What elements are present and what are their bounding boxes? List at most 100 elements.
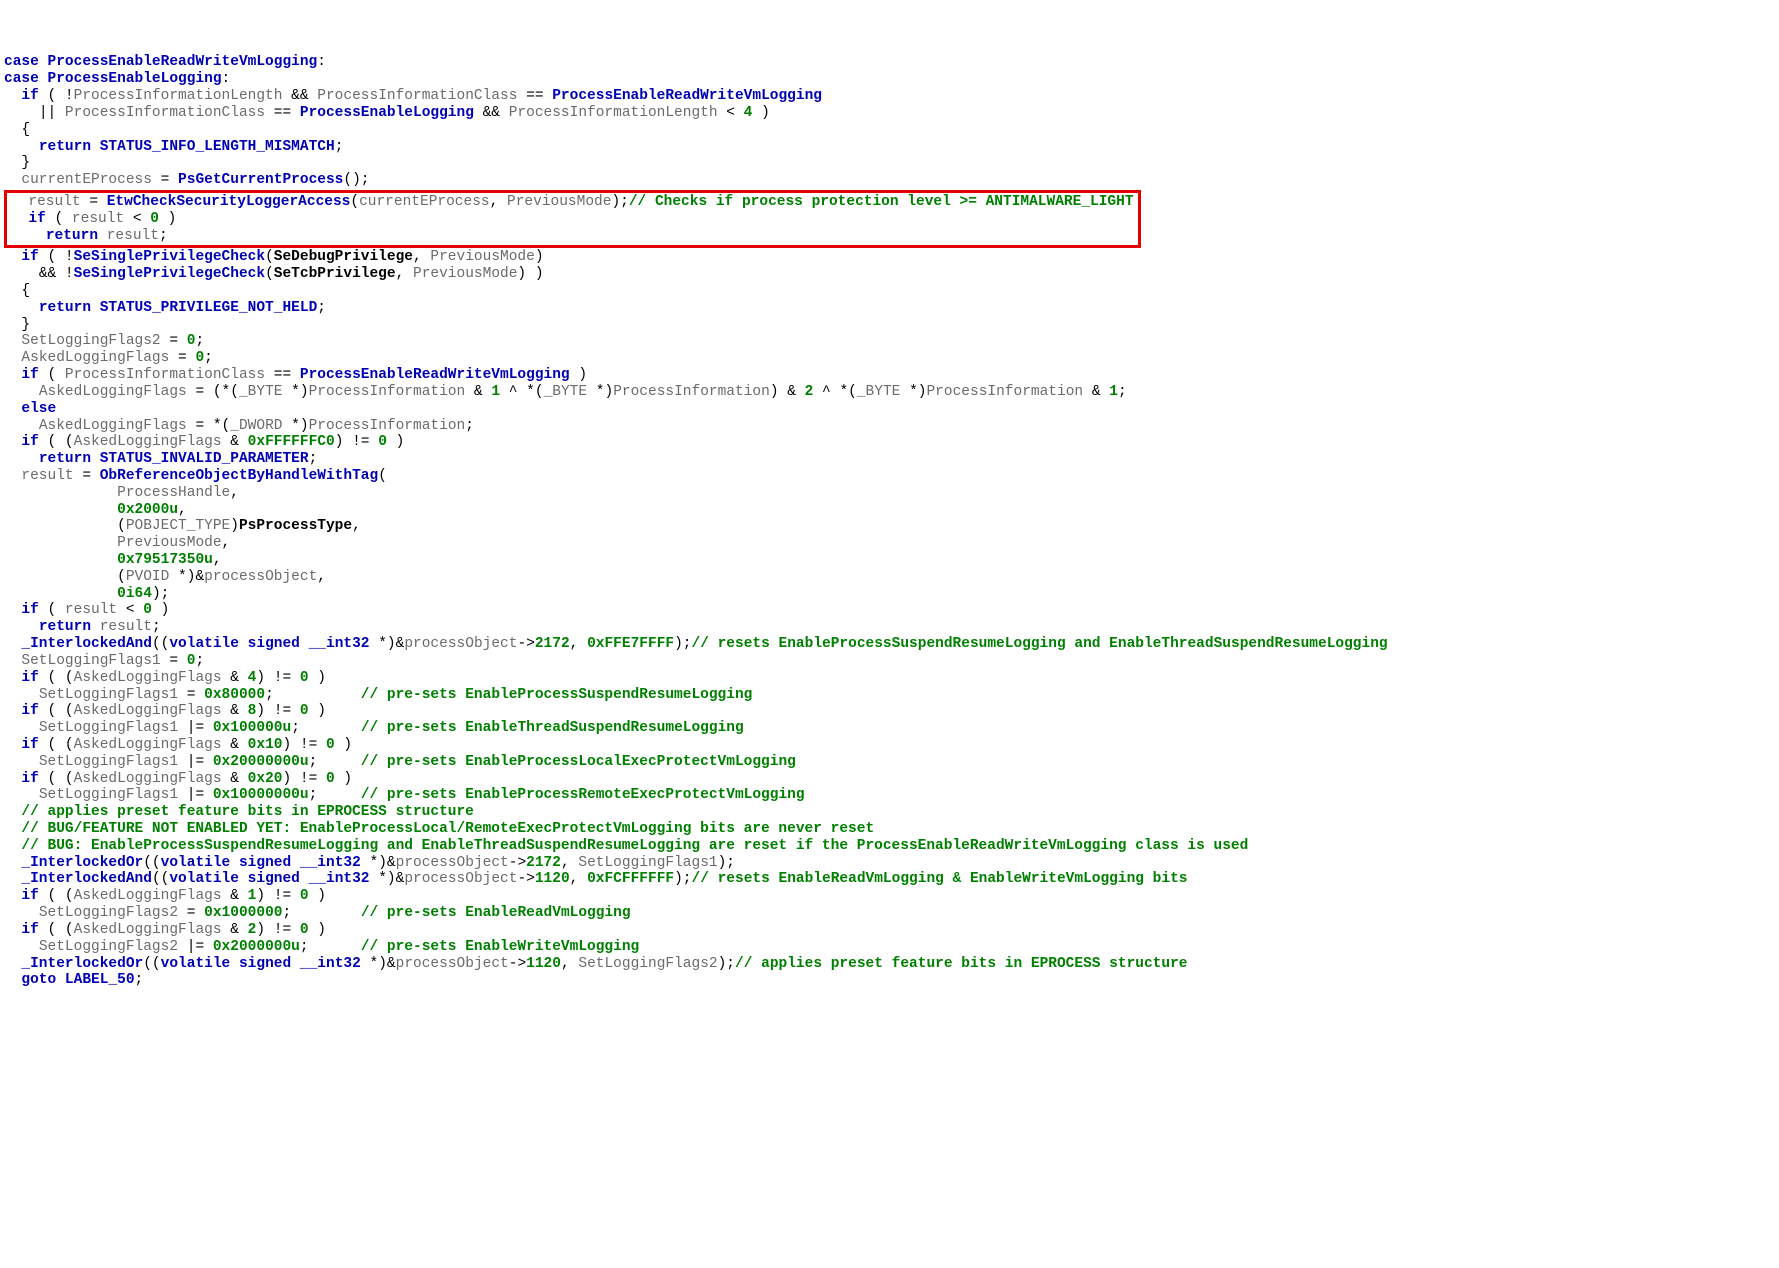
kw-return: return — [39, 300, 91, 316]
fn-call: _InterlockedOr — [21, 956, 143, 972]
number: 0xFFE7FFFF — [587, 636, 674, 652]
comment: // pre-sets EnableProcessLocalExecProtec… — [361, 754, 796, 770]
ident: SetLoggingFlags2 — [21, 333, 160, 349]
number: 0 — [326, 771, 335, 787]
kw-goto: goto — [21, 972, 56, 988]
ident: PreviousMode — [430, 249, 534, 265]
ident: SetLoggingFlags2 — [578, 956, 717, 972]
enum-const: ProcessEnableReadWriteVmLogging — [300, 367, 570, 383]
ident: SetLoggingFlags1 — [578, 855, 717, 871]
kw-if: if — [21, 88, 38, 104]
kw-return: return — [39, 139, 91, 155]
fn-call: ObReferenceObjectByHandleWithTag — [100, 468, 378, 484]
comment: // resets EnableReadVmLogging & EnableWr… — [692, 871, 1188, 887]
kw-if: if — [21, 888, 38, 904]
kw-return: return — [39, 619, 91, 635]
number: 0 — [143, 602, 152, 618]
comment: // applies preset feature bits in EPROCE… — [735, 956, 1187, 972]
ident: processObject — [204, 569, 317, 585]
kw-case: case — [4, 71, 39, 87]
kw-if: if — [21, 249, 38, 265]
comment: // pre-sets EnableWriteVmLogging — [361, 939, 639, 955]
fn-call: SeSinglePrivilegeCheck — [74, 266, 265, 282]
ident: SeTcbPrivilege — [274, 266, 396, 282]
kw: volatile — [169, 636, 239, 652]
kw: __int32 — [309, 636, 370, 652]
ident: ProcessInformationClass — [65, 105, 265, 121]
kw-return: return — [46, 228, 98, 244]
ident: result — [100, 619, 152, 635]
number: 0 — [195, 350, 204, 366]
ident: AskedLoggingFlags — [74, 771, 222, 787]
ident: currentEProcess — [21, 172, 152, 188]
comment: // BUG/FEATURE NOT ENABLED YET: EnablePr… — [21, 821, 874, 837]
number: 0 — [326, 737, 335, 753]
ident: SetLoggingFlags2 — [39, 905, 178, 921]
number: 1120 — [535, 871, 570, 887]
type: PVOID — [126, 569, 170, 585]
ident: SetLoggingFlags1 — [39, 687, 178, 703]
ident: processObject — [396, 956, 509, 972]
kw-if: if — [21, 703, 38, 719]
highlight-box: result = EtwCheckSecurityLoggerAccess(cu… — [4, 190, 1141, 248]
kw: signed — [239, 956, 291, 972]
type: POBJECT_TYPE — [126, 518, 230, 534]
comment: // pre-sets EnableThreadSuspendResumeLog… — [361, 720, 744, 736]
ident: ProcessHandle — [117, 485, 230, 501]
ident: ProcessInformationLength — [74, 88, 283, 104]
number: 0xFCFFFFFF — [587, 871, 674, 887]
number: 2172 — [526, 855, 561, 871]
ident: result — [65, 602, 117, 618]
ident: processObject — [404, 636, 517, 652]
kw: volatile — [161, 956, 231, 972]
ident: SeDebugPrivilege — [274, 249, 413, 265]
ident: PreviousMode — [117, 535, 221, 551]
kw: __int32 — [309, 871, 370, 887]
number: 0x20 — [248, 771, 283, 787]
kw: __int32 — [300, 956, 361, 972]
ident: AskedLoggingFlags — [74, 434, 222, 450]
comment: // Checks if process protection level >=… — [629, 194, 1134, 210]
kw: __int32 — [300, 855, 361, 871]
decompiler-listing: case ProcessEnableReadWriteVmLogging: ca… — [4, 54, 1775, 989]
comment: // pre-sets EnableReadVmLogging — [361, 905, 631, 921]
ident: SetLoggingFlags1 — [39, 720, 178, 736]
kw-if: if — [28, 211, 45, 227]
ident: SetLoggingFlags1 — [39, 754, 178, 770]
ident: ProcessInformation — [613, 384, 770, 400]
ident: SetLoggingFlags1 — [39, 787, 178, 803]
ident: ProcessInformationClass — [65, 367, 265, 383]
ident: processObject — [396, 855, 509, 871]
ident: ProcessInformationLength — [509, 105, 718, 121]
number: 1120 — [526, 956, 561, 972]
ident: ProcessInformation — [926, 384, 1083, 400]
type: _BYTE — [544, 384, 588, 400]
number: 0x10 — [248, 737, 283, 753]
ident: AskedLoggingFlags — [39, 384, 187, 400]
ident: AskedLoggingFlags — [74, 737, 222, 753]
comment: // pre-sets EnableProcessRemoteExecProte… — [361, 787, 805, 803]
fn-call: _InterlockedAnd — [21, 636, 152, 652]
fn-call: _InterlockedAnd — [21, 871, 152, 887]
ident: ProcessInformationClass — [317, 88, 517, 104]
fn-call: PsGetCurrentProcess — [178, 172, 343, 188]
number: 0x10000000u — [213, 787, 309, 803]
comment: // resets EnableProcessSuspendResumeLogg… — [692, 636, 1388, 652]
number: 1 — [1109, 384, 1118, 400]
comment: // applies preset feature bits in EPROCE… — [21, 804, 473, 820]
number: 0xFFFFFFC0 — [248, 434, 335, 450]
number: 0 — [300, 888, 309, 904]
kw-if: if — [21, 434, 38, 450]
number: 2172 — [535, 636, 570, 652]
type: _DWORD — [230, 418, 282, 434]
ident: ProcessInformation — [309, 418, 466, 434]
ident: result — [28, 194, 80, 210]
status-const: STATUS_INVALID_PARAMETER — [100, 451, 309, 467]
fn-call: SeSinglePrivilegeCheck — [74, 249, 265, 265]
kw-else: else — [21, 401, 56, 417]
number: 0x1000000 — [204, 905, 282, 921]
ident: AskedLoggingFlags — [74, 703, 222, 719]
ident: currentEProcess — [359, 194, 490, 210]
number: 0 — [150, 211, 159, 227]
kw-if: if — [21, 922, 38, 938]
